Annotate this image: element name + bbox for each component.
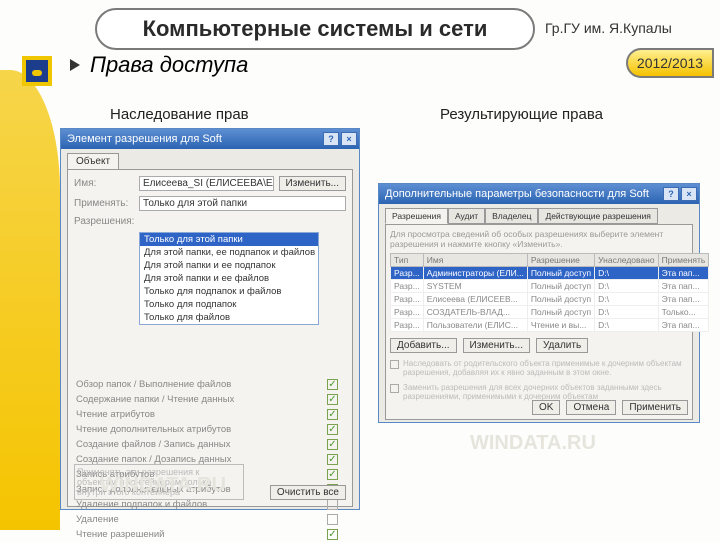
apply-label: Применять: xyxy=(74,198,134,209)
inherit-note-b: Заменить разрешения для всех дочерних об… xyxy=(403,383,688,401)
watermark: WINDATA.RU xyxy=(470,432,596,455)
dropdown-option[interactable]: Только для файлов xyxy=(140,311,318,324)
perm-allow-check[interactable] xyxy=(327,499,338,510)
help-icon[interactable]: ? xyxy=(323,132,339,146)
advanced-security-dialog: Дополнительные параметры безопасности дл… xyxy=(378,183,700,423)
cancel-button[interactable]: Отмена xyxy=(566,400,616,415)
dialog1-titlebar[interactable]: Элемент разрешения для Soft ? × xyxy=(61,129,359,149)
apply-dropdown-list[interactable]: Только для этой папки Для этой папки, ее… xyxy=(139,232,319,325)
bullet-icon xyxy=(70,59,80,71)
apply-button[interactable]: Применить xyxy=(622,400,688,415)
dropdown-option[interactable]: Для этой папки и ее подпапок xyxy=(140,259,318,272)
perm-label: Создание файлов / Запись данных xyxy=(76,439,231,450)
perm-label: Удаление подпапок и файлов xyxy=(76,499,207,510)
perm-allow-check[interactable] xyxy=(327,529,338,540)
perm-allow-check[interactable] xyxy=(327,409,338,420)
university-name: Гр.ГУ им. Я.Купалы xyxy=(545,20,672,36)
page-title: Компьютерные системы и сети xyxy=(95,8,535,50)
dropdown-option[interactable]: Только для подпапок xyxy=(140,298,318,311)
dialog2-titlebar[interactable]: Дополнительные параметры безопасности дл… xyxy=(379,184,699,204)
name-field[interactable]: Елисеева_SI (ЕЛИСЕЕВА\Елисеева) xyxy=(139,176,274,191)
clear-all-button[interactable]: Очистить все xyxy=(270,485,346,500)
close-icon[interactable]: × xyxy=(341,132,357,146)
inherit-note: Применять эти разрешения к объектам и ко… xyxy=(74,464,244,500)
perm-label: Обзор папок / Выполнение файлов xyxy=(76,379,231,390)
permission-entry-dialog: Элемент разрешения для Soft ? × Объект И… xyxy=(60,128,360,510)
apply-field[interactable]: Только для этой папки xyxy=(139,196,346,211)
add-button[interactable]: Добавить... xyxy=(390,338,457,353)
tab-permissions[interactable]: Разрешения xyxy=(385,208,448,224)
replace-checkbox[interactable] xyxy=(390,384,399,393)
table-row[interactable]: Разр...Администраторы (ЕЛИ...Полный дост… xyxy=(391,267,709,280)
dropdown-option[interactable]: Для этой папки и ее файлов xyxy=(140,272,318,285)
perm-allow-check[interactable] xyxy=(327,439,338,450)
name-label: Имя: xyxy=(74,178,134,189)
dropdown-option[interactable]: Только для подпапок и файлов xyxy=(140,285,318,298)
inherit-checkbox[interactable] xyxy=(390,360,399,369)
year-badge: 2012/2013 xyxy=(626,48,714,78)
perm-allow-check[interactable] xyxy=(327,394,338,405)
change-button[interactable]: Изменить... xyxy=(279,176,346,191)
dialog2-title: Дополнительные параметры безопасности дл… xyxy=(385,188,649,200)
university-logo xyxy=(22,56,52,86)
perm-label: Чтение атрибутов xyxy=(76,409,155,420)
permissions-table[interactable]: Тип Имя Разрешение Унаследовано Применят… xyxy=(390,253,709,332)
perm-allow-check[interactable] xyxy=(327,379,338,390)
perm-allow-check[interactable] xyxy=(327,424,338,435)
inherit-note-a: Наследовать от родительского объекта при… xyxy=(403,359,688,377)
col-apply[interactable]: Применять xyxy=(658,254,709,267)
edit-button[interactable]: Изменить... xyxy=(463,338,530,353)
perm-label: Чтение дополнительных атрибутов xyxy=(76,424,231,435)
dropdown-option[interactable]: Для этой папки, ее подпапок и файлов xyxy=(140,246,318,259)
col-type[interactable]: Тип xyxy=(391,254,424,267)
dropdown-option[interactable]: Только для этой папки xyxy=(140,233,318,246)
help-icon[interactable]: ? xyxy=(663,187,679,201)
table-row[interactable]: Разр...Елисеева (ЕЛИСЕЕВ...Полный доступ… xyxy=(391,293,709,306)
perm-allow-check[interactable] xyxy=(327,514,338,525)
section-label-inheritance: Наследование прав xyxy=(110,106,249,123)
tab-owner[interactable]: Владелец xyxy=(485,208,538,224)
permissions-list: Обзор папок / Выполнение файлов Содержан… xyxy=(74,377,346,542)
perm-label: Чтение разрешений xyxy=(76,529,164,540)
col-name[interactable]: Имя xyxy=(423,254,527,267)
dialog1-title: Элемент разрешения для Soft xyxy=(67,133,222,145)
tab-audit[interactable]: Аудит xyxy=(448,208,485,224)
table-row[interactable]: Разр...Пользователи (ЕЛИС...Чтение и вы.… xyxy=(391,319,709,332)
tab-effective[interactable]: Действующие разрешения xyxy=(538,208,657,224)
permissions-label: Разрешения: xyxy=(74,216,134,227)
delete-button[interactable]: Удалить xyxy=(536,338,588,353)
tab-object[interactable]: Объект xyxy=(67,153,119,169)
dialog2-intro: Для просмотра сведений об особых разреше… xyxy=(390,229,688,249)
col-inh[interactable]: Унаследовано xyxy=(595,254,658,267)
table-row[interactable]: Разр...СОЗДАТЕЛЬ-ВЛАД...Полный доступD:\… xyxy=(391,306,709,319)
col-perm[interactable]: Разрешение xyxy=(527,254,594,267)
slide-subtitle: Права доступа xyxy=(90,52,248,78)
section-label-effective: Результирующие права xyxy=(440,106,603,123)
table-row[interactable]: Разр...SYSTEMПолный доступD:\Эта пап... xyxy=(391,280,709,293)
close-icon[interactable]: × xyxy=(681,187,697,201)
perm-label: Удаление xyxy=(76,514,119,525)
perm-label: Содержание папки / Чтение данных xyxy=(76,394,234,405)
ok-button[interactable]: OK xyxy=(532,400,560,415)
